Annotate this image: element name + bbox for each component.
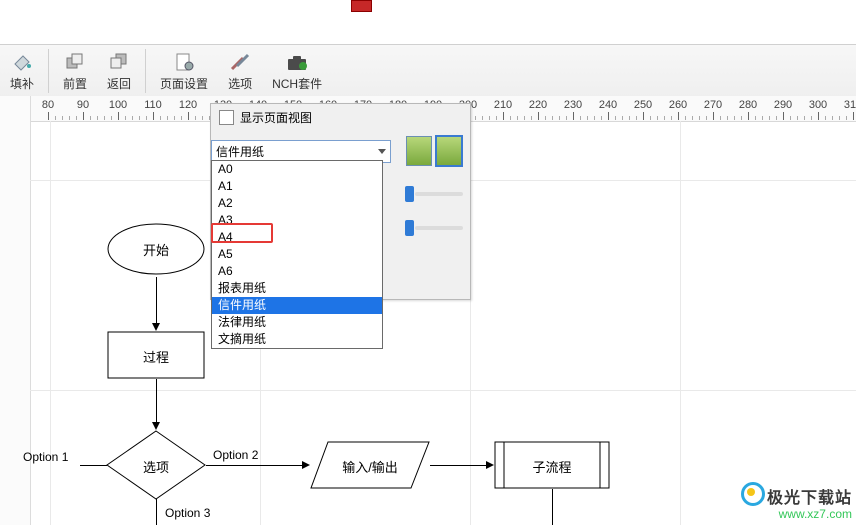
watermark-url: www.xz7.com — [741, 508, 852, 521]
paper-size-option[interactable]: 报表用纸 — [212, 280, 382, 297]
window-close-indicator — [351, 0, 372, 12]
options-button[interactable]: 选项 — [218, 45, 262, 97]
app-root: 填补 前置 返回 页面设置 — [0, 0, 856, 525]
gridline — [30, 390, 856, 391]
paper-size-option[interactable]: 法律用纸 — [212, 314, 382, 331]
ruler-tick-label: 250 — [634, 99, 652, 111]
edge — [430, 465, 488, 466]
paper-size-option[interactable]: A1 — [212, 178, 382, 195]
subprocess-node-label: 子流程 — [494, 457, 610, 476]
bring-front-label: 前置 — [63, 75, 87, 92]
send-back-icon — [107, 51, 131, 73]
page-setup-button[interactable]: 页面设置 — [150, 45, 218, 97]
arrowhead-icon — [486, 461, 494, 469]
arrowhead-icon — [152, 422, 160, 430]
edge — [552, 489, 553, 525]
paper-size-option[interactable]: 信件用纸 — [212, 297, 382, 314]
io-node-label: 输入/输出 — [310, 457, 430, 476]
show-page-view-label: 显示页面视图 — [240, 109, 312, 126]
ruler-tick-label: 120 — [179, 99, 197, 111]
page-setup-label: 页面设置 — [160, 75, 208, 92]
ruler-tick-label: 220 — [529, 99, 547, 111]
bring-front-button[interactable]: 前置 — [53, 45, 97, 97]
send-back-button[interactable]: 返回 — [97, 45, 141, 97]
height-slider[interactable] — [405, 220, 414, 236]
options-label: 选项 — [228, 75, 252, 92]
decision-option2-label: Option 2 — [213, 448, 258, 462]
width-slider[interactable] — [405, 186, 414, 202]
paper-size-option[interactable]: A6 — [212, 263, 382, 280]
send-back-label: 返回 — [107, 75, 131, 92]
orientation-portrait-button[interactable] — [406, 136, 432, 166]
arrowhead-icon — [302, 461, 310, 469]
ruler-tick-label: 280 — [739, 99, 757, 111]
ruler-tick-label: 80 — [42, 99, 54, 111]
suitcase-icon — [285, 51, 309, 73]
ruler-tick-label: 270 — [704, 99, 722, 111]
decision-option1-label: Option 1 — [23, 450, 68, 464]
ruler-tick-label: 110 — [144, 99, 162, 111]
decision-node-label: 选项 — [106, 457, 206, 476]
edge — [206, 465, 304, 466]
paint-bucket-icon — [10, 51, 34, 73]
ruler-tick-label: 230 — [564, 99, 582, 111]
show-page-view-checkbox[interactable] — [219, 110, 234, 125]
edge — [156, 379, 157, 424]
paper-size-option[interactable]: A5 — [212, 246, 382, 263]
tools-icon — [228, 51, 252, 73]
decision-option3-label: Option 3 — [165, 506, 210, 520]
gridline — [680, 121, 681, 525]
nch-suite-button[interactable]: NCH套件 — [262, 45, 332, 97]
watermark-title: 极光下载站 — [767, 490, 852, 507]
process-node-label: 过程 — [107, 347, 205, 366]
main-toolbar: 填补 前置 返回 页面设置 — [0, 44, 856, 98]
fill-button[interactable]: 填补 — [0, 45, 44, 97]
ruler-tick-label: 100 — [109, 99, 127, 111]
ruler-tick-label: 310 — [844, 99, 856, 111]
bring-front-icon — [63, 51, 87, 73]
paper-size-dropdown[interactable]: A0A1A2A3A4A5A6报表用纸信件用纸法律用纸文摘用纸 — [211, 160, 383, 349]
page-setup-icon — [172, 51, 196, 73]
start-node-label: 开始 — [106, 240, 206, 259]
nch-suite-label: NCH套件 — [272, 75, 322, 92]
orientation-landscape-button[interactable] — [436, 136, 462, 166]
paper-size-option[interactable]: A0 — [212, 161, 382, 178]
paper-size-combo-value: 信件用纸 — [216, 143, 264, 160]
chevron-down-icon — [378, 149, 386, 154]
watermark-logo-icon — [741, 482, 765, 506]
paper-size-option[interactable]: 文摘用纸 — [212, 331, 382, 348]
ruler-tick-label: 260 — [669, 99, 687, 111]
edge — [156, 499, 157, 525]
ruler-tick-label: 210 — [494, 99, 512, 111]
paper-size-option[interactable]: A2 — [212, 195, 382, 212]
ruler-tick-label: 290 — [774, 99, 792, 111]
edge — [80, 465, 107, 466]
paper-size-option[interactable]: A4 — [212, 229, 382, 246]
edge — [156, 277, 157, 325]
ruler-tick-label: 90 — [77, 99, 89, 111]
paper-size-option[interactable]: A3 — [212, 212, 382, 229]
ruler-tick-label: 300 — [809, 99, 827, 111]
ruler-tick-label: 240 — [599, 99, 617, 111]
arrowhead-icon — [152, 323, 160, 331]
fill-label: 填补 — [10, 75, 34, 92]
gridline — [50, 121, 51, 525]
watermark: 极光下载站 www.xz7.com — [741, 482, 852, 521]
